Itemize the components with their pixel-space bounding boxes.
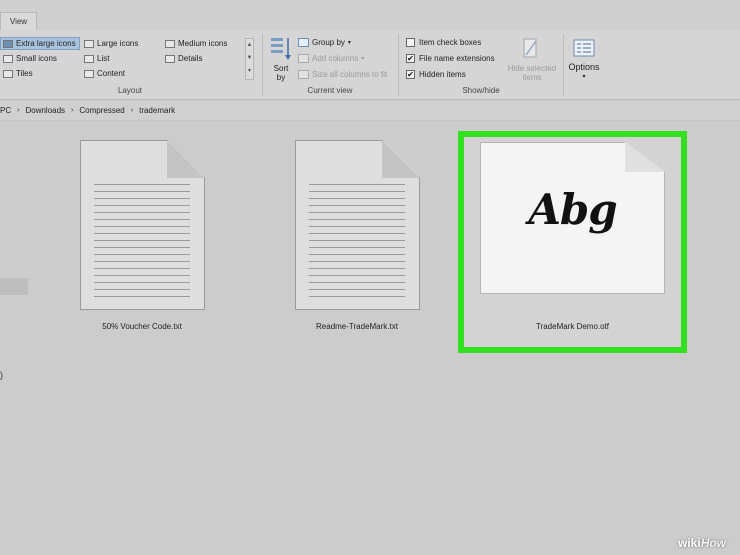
list-icon	[84, 54, 94, 63]
layout-details[interactable]: Details	[165, 54, 202, 63]
wikihow-watermark: wikiHow	[678, 536, 727, 550]
extra-large-icons-icon	[3, 39, 13, 48]
show-hide-group-label: Show/hide	[462, 86, 500, 95]
group-by-button[interactable]: Group by ▾	[298, 38, 351, 47]
hidden-items-checkbox[interactable]: ✔	[406, 70, 415, 79]
size-all-columns-button[interactable]: Size all columns to fit	[298, 70, 387, 79]
breadcrumb-downloads[interactable]: Downloads	[25, 106, 65, 115]
layout-group-label: Layout	[117, 86, 143, 95]
document-lines	[94, 184, 190, 297]
item-check-boxes-option[interactable]: Item check boxes	[406, 38, 481, 47]
layout-extra-large-icons[interactable]: Extra large icons	[0, 37, 80, 50]
file-name-extensions-checkbox[interactable]: ✔	[406, 54, 415, 63]
ribbon-tab-strip	[0, 0, 740, 30]
breadcrumb-trademark[interactable]: trademark	[139, 106, 175, 115]
add-columns-button[interactable]: Add columns ▾	[298, 54, 364, 63]
file-name-voucher: 50% Voucher Code.txt	[102, 322, 182, 331]
layout-list[interactable]: List	[84, 54, 109, 63]
details-icon	[165, 54, 175, 63]
ribbon-separator	[563, 34, 564, 96]
tiles-icon	[3, 69, 13, 78]
add-columns-icon	[298, 54, 309, 63]
options-button[interactable]: Options ▾	[566, 62, 602, 82]
breadcrumb-chevron-icon: ›	[71, 107, 74, 114]
nav-pane-fragment: )	[0, 370, 3, 380]
sort-by-icon	[271, 38, 291, 60]
nav-pane-selected-item[interactable]	[0, 278, 28, 295]
breadcrumb-chevron-icon: ›	[130, 107, 134, 114]
font-preview: Abg	[528, 185, 617, 234]
sort-by-button[interactable]: Sort by	[272, 64, 290, 82]
options-dropdown-arrow-icon: ▾	[582, 74, 586, 80]
layout-tiles[interactable]: Tiles	[3, 69, 33, 78]
hidden-items-option[interactable]: ✔ Hidden items	[406, 70, 466, 79]
content-icon	[84, 69, 94, 78]
file-item-voucher[interactable]	[80, 140, 205, 310]
current-view-group-label: Current view	[307, 86, 353, 95]
large-icons-icon	[84, 39, 94, 48]
file-name-extensions-option[interactable]: ✔ File name extensions	[406, 54, 495, 63]
layout-large-icons[interactable]: Large icons	[84, 39, 138, 48]
ribbon-separator	[262, 34, 263, 96]
file-item-readme[interactable]	[295, 140, 420, 310]
breadcrumb-chevron-icon: ›	[17, 107, 20, 114]
breadcrumb-compressed[interactable]: Compressed	[79, 106, 124, 115]
group-by-icon	[298, 38, 309, 47]
ribbon-separator	[398, 34, 399, 96]
layout-small-icons[interactable]: Small icons	[3, 54, 57, 63]
page-fold	[167, 140, 205, 178]
file-name-trademark-demo: TradeMark Demo.otf	[535, 322, 610, 331]
small-icons-icon	[3, 54, 13, 63]
size-columns-icon	[298, 70, 309, 79]
layout-medium-icons[interactable]: Medium icons	[165, 39, 227, 48]
document-lines	[309, 184, 405, 297]
breadcrumb-pc[interactable]: PC	[0, 106, 11, 115]
tab-view[interactable]: View	[0, 12, 37, 31]
address-bar[interactable]: PC › Downloads › Compressed › trademark	[0, 101, 740, 121]
item-check-boxes-checkbox[interactable]	[406, 38, 415, 47]
layout-content[interactable]: Content	[84, 69, 125, 78]
medium-icons-icon	[165, 39, 175, 48]
layout-scroll-buttons[interactable]: ▲ ▼ ▾	[245, 38, 254, 80]
options-icon	[573, 39, 595, 57]
hide-selected-items-button[interactable]: Hide selected items	[504, 64, 560, 82]
file-name-readme: Readme-TradeMark.txt	[316, 322, 398, 331]
hide-selected-items-icon	[523, 38, 537, 58]
